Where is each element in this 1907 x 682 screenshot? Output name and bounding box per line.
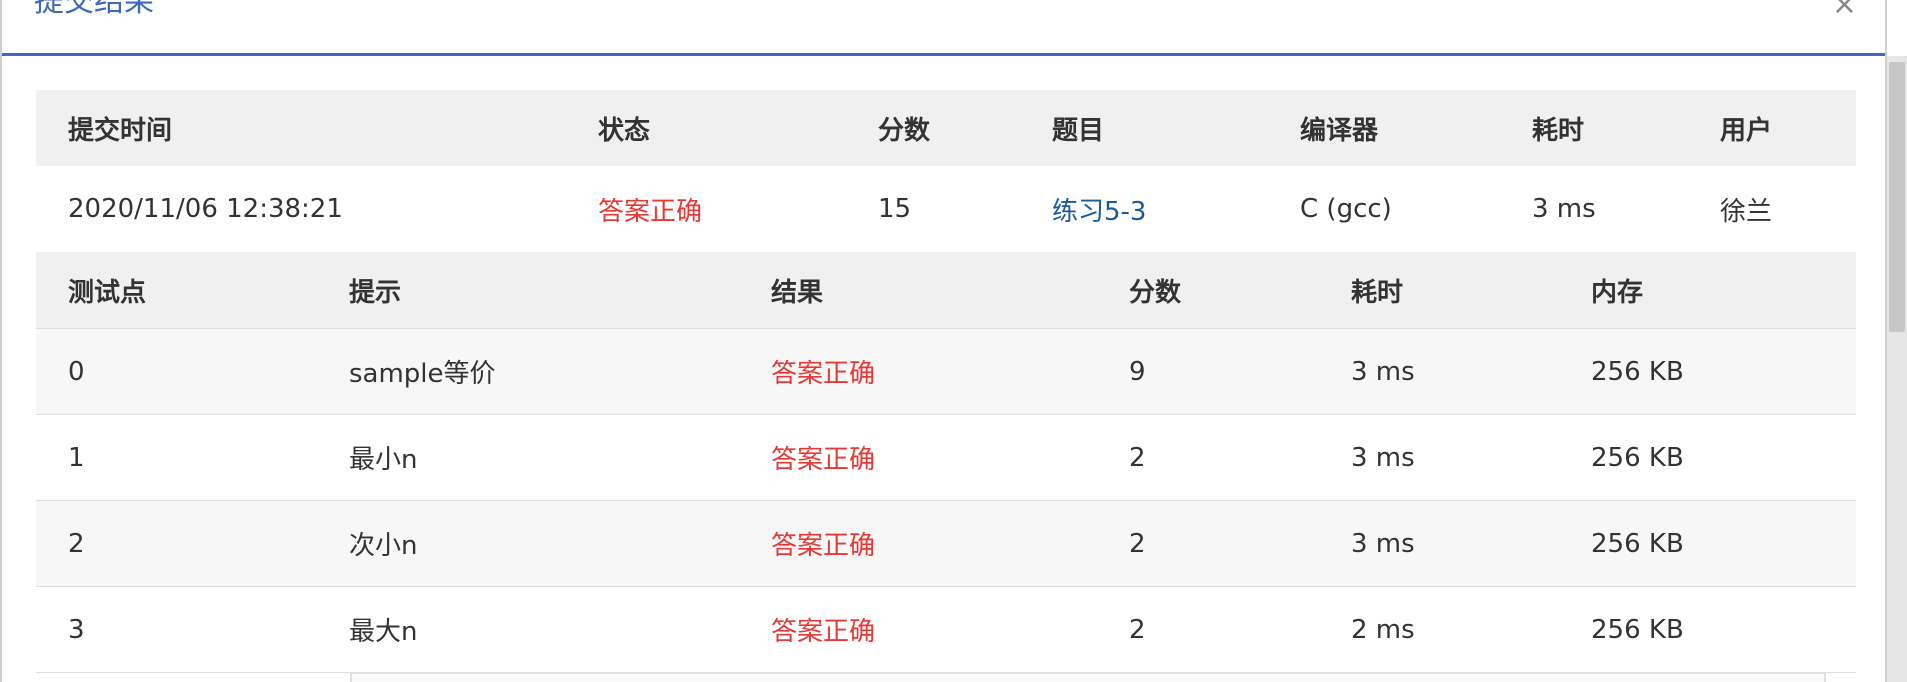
case-memory: 256 KB [1559, 586, 1856, 673]
collapsed-detail-panel [350, 672, 1826, 682]
header-compiler: 编译器 [1268, 90, 1500, 166]
header-user: 用户 [1688, 90, 1856, 166]
table-row: 1 最小n 答案正确 2 3 ms 256 KB [36, 414, 1856, 501]
vertical-scrollbar[interactable] [1887, 56, 1907, 682]
case-result: 答案正确 [739, 586, 1097, 673]
header-memory: 内存 [1559, 252, 1856, 329]
test-cases-table: 测试点 提示 结果 分数 耗时 内存 0 sample等价 答案正确 9 3 m… [36, 252, 1856, 673]
case-score: 2 [1097, 414, 1319, 501]
submission-result-dialog: 提交结果 × 提交时间 状态 分数 题目 编译器 耗时 用户 2020/11/0… [0, 0, 1887, 682]
scrollbar-thumb[interactable] [1889, 62, 1905, 332]
summary-header-row: 提交时间 状态 分数 题目 编译器 耗时 用户 [36, 90, 1856, 166]
table-row: 3 最大n 答案正确 2 2 ms 256 KB [36, 586, 1856, 673]
run-time: 3 ms [1500, 166, 1688, 253]
case-time: 3 ms [1319, 328, 1559, 415]
table-row: 2 次小n 答案正确 2 3 ms 256 KB [36, 500, 1856, 587]
case-time: 3 ms [1319, 500, 1559, 587]
case-hint: sample等价 [317, 328, 739, 415]
user-name: 徐兰 [1688, 166, 1856, 253]
problem-link[interactable]: 练习5-3 [1052, 197, 1146, 227]
case-id: 3 [36, 586, 317, 673]
case-hint: 最小n [317, 414, 739, 501]
case-id: 0 [36, 328, 317, 415]
summary-row: 2020/11/06 12:38:21 答案正确 15 练习5-3 C (gcc… [36, 166, 1856, 253]
status-badge: 答案正确 [566, 166, 846, 253]
case-memory: 256 KB [1559, 414, 1856, 501]
header-problem: 题目 [1020, 90, 1268, 166]
close-icon[interactable]: × [1832, 0, 1857, 20]
compiler: C (gcc) [1268, 166, 1500, 253]
case-hint: 最大n [317, 586, 739, 673]
dialog-title: 提交结果 [34, 0, 154, 19]
header-status: 状态 [566, 90, 846, 166]
case-time: 2 ms [1319, 586, 1559, 673]
case-id: 1 [36, 414, 317, 501]
case-memory: 256 KB [1559, 328, 1856, 415]
case-id: 2 [36, 500, 317, 587]
case-score: 2 [1097, 500, 1319, 587]
table-row: 0 sample等价 答案正确 9 3 ms 256 KB [36, 328, 1856, 415]
dialog-header: 提交结果 × [2, 0, 1885, 56]
header-case-id: 测试点 [36, 252, 317, 329]
case-result: 答案正确 [739, 414, 1097, 501]
case-memory: 256 KB [1559, 500, 1856, 587]
case-hint: 次小n [317, 500, 739, 587]
header-case-score: 分数 [1097, 252, 1319, 329]
submit-time: 2020/11/06 12:38:21 [36, 166, 566, 253]
case-result: 答案正确 [739, 328, 1097, 415]
header-score: 分数 [846, 90, 1020, 166]
header-result: 结果 [739, 252, 1097, 329]
header-submit-time: 提交时间 [36, 90, 566, 166]
case-score: 9 [1097, 328, 1319, 415]
problem-cell: 练习5-3 [1020, 166, 1268, 253]
header-case-time: 耗时 [1319, 252, 1559, 329]
case-time: 3 ms [1319, 414, 1559, 501]
total-score: 15 [846, 166, 1020, 253]
submission-summary-table: 提交时间 状态 分数 题目 编译器 耗时 用户 2020/11/06 12:38… [36, 90, 1856, 253]
cases-header-row: 测试点 提示 结果 分数 耗时 内存 [36, 252, 1856, 329]
header-time: 耗时 [1500, 90, 1688, 166]
case-score: 2 [1097, 586, 1319, 673]
case-result: 答案正确 [739, 500, 1097, 587]
header-hint: 提示 [317, 252, 739, 329]
